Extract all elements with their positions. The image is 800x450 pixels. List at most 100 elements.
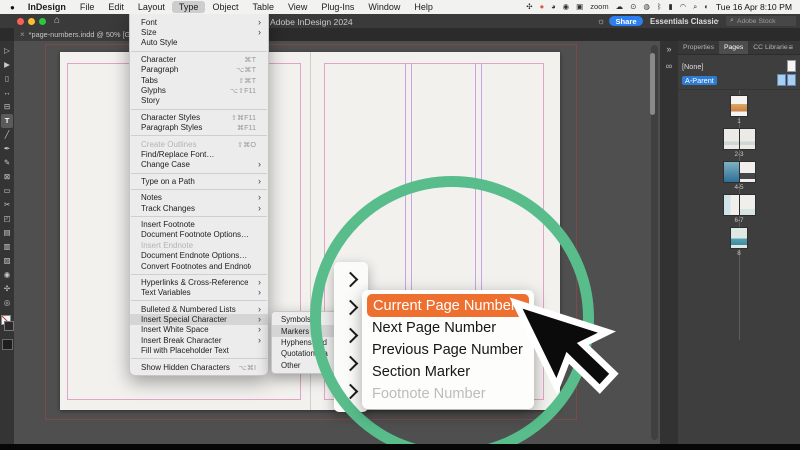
menu-item[interactable]: Insert Endnote [130, 240, 268, 250]
menu-item[interactable]: Insert Break Character › [130, 335, 268, 345]
menu-item[interactable]: Story [130, 96, 268, 106]
menu-item[interactable]: Text Variables › [130, 288, 268, 298]
collapse-panels-icon[interactable]: » [666, 45, 671, 54]
menubar-item[interactable]: Layout [131, 1, 172, 13]
menubar-item[interactable]: Plug-Ins [314, 1, 361, 13]
line-tool-icon[interactable]: ╱ [1, 128, 13, 142]
menu-item[interactable]: Font › [130, 17, 268, 27]
menu-item[interactable]: Hyperlinks & Cross-References › [130, 277, 268, 287]
menu-item[interactable] [131, 273, 267, 275]
window-minimize-button[interactable] [28, 18, 35, 25]
menu-item[interactable] [131, 172, 267, 174]
page-thumbnail-item[interactable]: 8 [731, 228, 747, 257]
menu-item[interactable]: Glyphs ⌥⇧F11 [130, 85, 268, 95]
window-close-button[interactable] [17, 18, 24, 25]
menu-item[interactable] [131, 135, 267, 137]
menu-item[interactable] [131, 50, 267, 52]
direct-selection-tool-icon[interactable]: ▶ [1, 58, 13, 72]
pen-tool-icon[interactable]: ✒ [1, 142, 13, 156]
scrollbar-thumb[interactable] [650, 53, 655, 115]
close-tab-icon[interactable]: × [20, 30, 25, 39]
panel-menu-icon[interactable]: ≡ [788, 43, 797, 52]
menubar-item[interactable]: Table [245, 1, 281, 13]
page-thumbnail-item[interactable]: 6-7 [723, 195, 755, 224]
apple-menu-icon[interactable]: ● [10, 3, 15, 12]
play-icon[interactable]: ⊙ [630, 3, 636, 11]
menubar-item[interactable]: Type [171, 1, 206, 13]
menubar-item[interactable]: File [73, 1, 102, 13]
menubar-item[interactable]: Help [407, 1, 440, 13]
page-tool-icon[interactable]: ▯ [1, 72, 13, 86]
pencil-tool-icon[interactable]: ✎ [1, 156, 13, 170]
panel-tab[interactable]: Pages [718, 41, 749, 54]
menu-item[interactable]: Size › [130, 27, 268, 38]
learn-bulb-icon[interactable]: ☼ [597, 16, 605, 26]
menu-item[interactable]: Bulleted & Numbered Lists › [130, 304, 268, 314]
menu-item[interactable]: Show Hidden Characters ⌥⌘I [130, 362, 268, 372]
adobe-stock-search[interactable]: ⌕ [726, 16, 796, 26]
stock-search-input[interactable] [736, 17, 787, 25]
parent-page-row[interactable]: A-Parent [682, 73, 796, 87]
menu-item[interactable]: Paragraph Styles ⌘F11 [130, 123, 268, 133]
menu-item[interactable]: Track Changes › [130, 203, 268, 213]
workspace-switcher[interactable]: Essentials Classic [650, 17, 718, 26]
app-icon-2[interactable]: ● [540, 3, 545, 11]
menubar-item[interactable]: Window [361, 1, 407, 13]
menu-item[interactable]: Fill with Placeholder Text [130, 346, 268, 356]
menu-item[interactable]: Character ⌘T [130, 54, 268, 64]
bluetooth-icon[interactable]: ᛒ [657, 3, 662, 11]
panel-tab[interactable]: CC Librarie [748, 41, 792, 54]
menu-item[interactable]: Type on a Path › [130, 176, 268, 186]
app-icon-5[interactable]: ▣ [576, 3, 583, 11]
zoom-menu-label[interactable]: zoom [590, 3, 608, 11]
menu-item[interactable]: Document Endnote Options… [130, 250, 268, 260]
hand-tool-icon[interactable]: ✣ [1, 282, 13, 296]
screen-mode-button[interactable] [1, 339, 13, 350]
menu-item[interactable]: Notes › [130, 192, 268, 203]
control-center-icon[interactable]: ◐ [704, 3, 709, 11]
menu-item[interactable]: Tabs ⇧⌘T [130, 75, 268, 85]
menu-item[interactable]: Find/Replace Font… [130, 149, 268, 159]
menu-item[interactable]: Document Footnote Options… [130, 230, 268, 240]
page-thumbnail-item[interactable]: 4-5 [723, 162, 755, 191]
menu-item[interactable]: Insert Special Character › [130, 314, 268, 325]
user-icon[interactable]: ◍ [643, 3, 650, 11]
menu-item[interactable]: Auto Style [130, 38, 268, 48]
parent-page-row[interactable]: [None] [682, 59, 796, 73]
panel-tab[interactable]: Properties [678, 41, 719, 54]
app-icon-3[interactable]: ◕ [551, 3, 556, 11]
menu-item[interactable]: Convert Footnotes and Endnotes… [130, 261, 268, 271]
wifi-icon[interactable]: ◠ [680, 3, 687, 11]
content-collector-tool-icon[interactable]: ⊟ [1, 100, 13, 114]
menu-item[interactable] [131, 188, 267, 190]
menu-item[interactable] [131, 300, 267, 302]
window-zoom-button[interactable] [39, 18, 46, 25]
rectangle-tool-icon[interactable]: ▭ [1, 184, 13, 198]
gradient-tool-icon[interactable]: ▤ [1, 226, 13, 240]
menubar-clock[interactable]: Tue 16 Apr 8:10 PM [716, 2, 792, 12]
share-button[interactable]: Share [609, 16, 643, 26]
cloud-icon[interactable]: ☁ [616, 3, 624, 11]
gradient-feather-tool-icon[interactable]: ▥ [1, 240, 13, 254]
app-icon-4[interactable]: ◉ [563, 3, 570, 11]
menu-item[interactable]: Insert White Space › [130, 325, 268, 335]
menu-item[interactable]: Character Styles ⇧⌘F11 [130, 112, 268, 122]
gap-tool-icon[interactable]: ↔ [1, 86, 13, 100]
free-transform-tool-icon[interactable]: ◰ [1, 212, 13, 226]
page-thumbnail-item[interactable]: 1 [731, 96, 747, 125]
menubar-item[interactable]: Object [205, 1, 245, 13]
note-tool-icon[interactable]: ▨ [1, 254, 13, 268]
frame-tool-icon[interactable]: ⊠ [1, 170, 13, 184]
battery-icon[interactable]: ▮ [668, 3, 672, 11]
menubar-item[interactable]: Edit [101, 1, 131, 13]
eyedropper-tool-icon[interactable]: ◉ [1, 268, 13, 282]
link-icon[interactable]: ∞ [666, 62, 672, 71]
menu-item[interactable]: Change Case › [130, 160, 268, 170]
menu-item[interactable] [131, 358, 267, 360]
zoom-tool-icon[interactable]: ◎ [1, 296, 13, 310]
scissors-tool-icon[interactable]: ✂ [1, 198, 13, 212]
menu-item[interactable] [131, 215, 267, 217]
menu-item[interactable]: Create Outlines ⇧⌘O [130, 139, 268, 149]
selection-tool-icon[interactable]: ▷ [1, 44, 13, 58]
page-thumbnail-item[interactable]: 2-3 [723, 129, 755, 158]
